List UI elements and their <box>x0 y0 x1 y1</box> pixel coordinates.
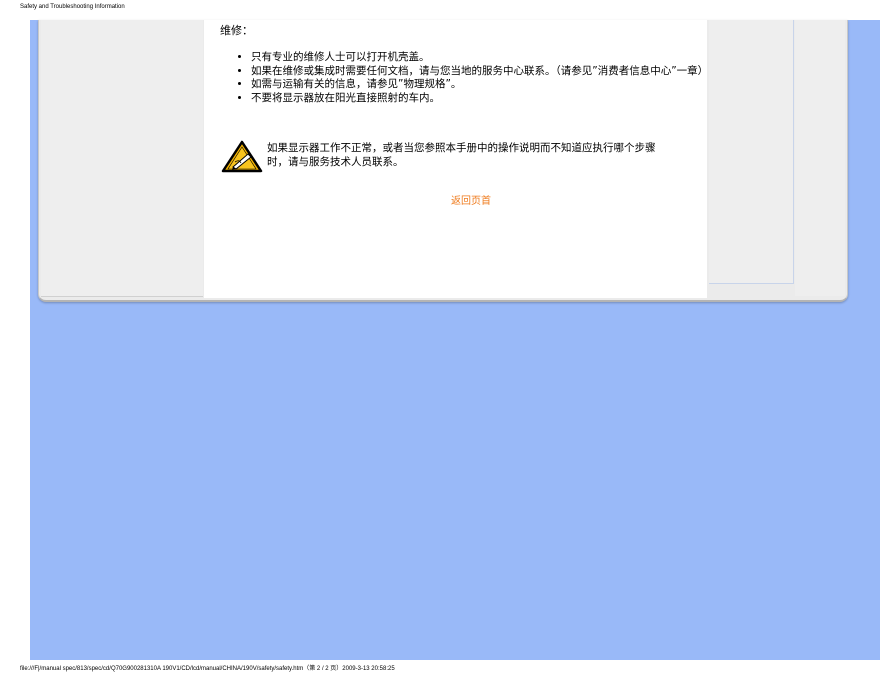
back-to-top-link[interactable]: 返回页首 <box>451 192 491 207</box>
content-frame: 维修： 只有专业的维修人士可以打开机壳盖。 如果在维修或集成时需要任何文档，请与… <box>38 20 848 302</box>
main-content: 维修： 只有专业的维修人士可以打开机壳盖。 如果在维修或集成时需要任何文档，请与… <box>204 20 708 298</box>
maintenance-rules-list: 只有专业的维修人士可以打开机壳盖。 如果在维修或集成时需要任何文档，请与您当地的… <box>234 51 713 105</box>
warning-text: 如果显示器工作不正常，或者当您参照本手册中的操作说明而不知道应执行哪个步骤时，请… <box>267 142 656 168</box>
right-margin-column <box>795 20 845 296</box>
right-sidebar <box>709 20 794 284</box>
list-item: 如需与运输有关的信息，请参见”物理规格”。 <box>251 78 713 92</box>
list-item: 不要将显示器放在阳光直接照射的车内。 <box>251 92 713 106</box>
page-header-title: Safety and Troubleshooting Information <box>20 4 125 10</box>
warning-triangle-icon <box>221 140 263 173</box>
list-item: 如果在维修或集成时需要任何文档，请与您当地的服务中心联系。（请参见”消费者信息中… <box>251 65 713 79</box>
list-item: 只有专业的维修人士可以打开机壳盖。 <box>251 51 713 65</box>
page-footer-path: file:///F|/manual spec/813/spec/cd/Q70G9… <box>20 666 395 672</box>
warning-note: 如果显示器工作不正常，或者当您参照本手册中的操作说明而不知道应执行哪个步骤时，请… <box>221 138 701 178</box>
section-title: 维修： <box>220 24 253 37</box>
left-sidebar <box>41 20 203 297</box>
